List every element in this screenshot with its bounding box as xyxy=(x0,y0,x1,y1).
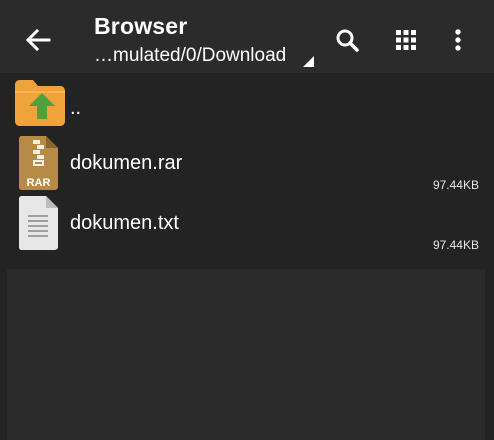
search-button[interactable] xyxy=(327,20,367,60)
more-options-button[interactable] xyxy=(438,20,478,60)
file-row-dokumen-rar[interactable]: RAR dokumen.rar 97.44KB xyxy=(0,133,494,193)
file-name: .. xyxy=(70,97,82,119)
rar-icon-label: RAR xyxy=(27,177,51,189)
file-size: 97.44KB xyxy=(432,178,479,192)
more-vert-icon xyxy=(455,29,461,51)
text-document-icon xyxy=(19,196,58,250)
rar-archive-icon: RAR xyxy=(19,136,58,190)
file-row-dokumen-txt[interactable]: dokumen.txt 97.44KB xyxy=(0,193,494,253)
path-dropdown[interactable]: …mulated/0/Download xyxy=(94,45,318,71)
file-name: dokumen.txt xyxy=(70,212,179,234)
app-title: Browser xyxy=(94,13,188,39)
parent-directory-row[interactable]: .. xyxy=(0,77,494,131)
search-icon xyxy=(336,29,359,52)
top-toolbar: Browser …mulated/0/Download xyxy=(0,0,494,73)
file-name: dokumen.rar xyxy=(70,152,183,174)
file-browser-app: Browser …mulated/0/Download .. RAR dokum… xyxy=(0,0,494,440)
file-size: 97.44KB xyxy=(432,238,479,252)
empty-content-area xyxy=(7,269,485,440)
grid-view-icon xyxy=(396,30,416,50)
back-button[interactable] xyxy=(16,20,60,60)
grid-view-button[interactable] xyxy=(386,20,426,60)
folder-up-icon xyxy=(15,80,65,126)
dropdown-corner-icon xyxy=(303,56,314,67)
current-path: …mulated/0/Download xyxy=(94,45,287,66)
arrow-back-icon xyxy=(25,28,51,52)
file-list: .. RAR dokumen.rar 97.44KB dokumen.txt 9… xyxy=(0,73,494,269)
